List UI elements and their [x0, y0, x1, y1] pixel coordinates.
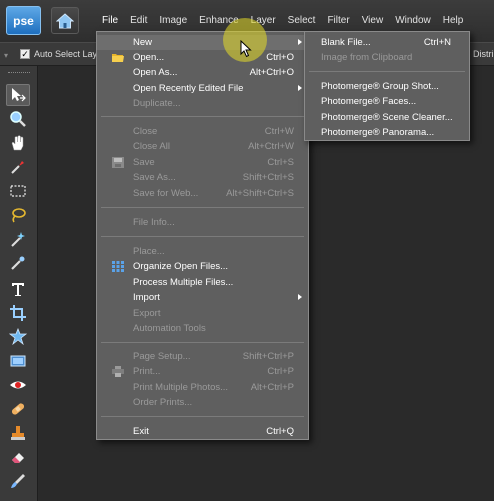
new-photomerge-faces[interactable]: Photomerge® Faces... — [305, 94, 469, 109]
move-tool-icon[interactable] — [6, 84, 30, 106]
file-menu-save-for-web[interactable]: Save for Web... Alt+Shift+Ctrl+S — [97, 186, 308, 201]
eyedropper-tool-icon[interactable] — [6, 156, 30, 178]
red-eye-tool-icon[interactable] — [6, 374, 30, 396]
file-menu-print-multiple-photos[interactable]: Print Multiple Photos... Alt+Ctrl+P — [97, 380, 308, 395]
new-blank-file[interactable]: Blank File... Ctrl+N — [305, 35, 469, 50]
file-menu-place[interactable]: Place... — [97, 244, 308, 259]
file-menu-save[interactable]: Save Ctrl+S — [97, 155, 308, 170]
file-menu-order-prints[interactable]: Order Prints... — [97, 395, 308, 410]
file-menu-dropdown: New Open... Ctrl+O Open As... Alt+Ctrl+O… — [96, 31, 309, 440]
new-photomerge-panorama[interactable]: Photomerge® Panorama... — [305, 125, 469, 140]
file-menu-new[interactable]: New — [97, 35, 308, 50]
marquee-tool-icon[interactable] — [6, 180, 30, 202]
crop-tool-icon[interactable] — [6, 302, 30, 324]
new-photomerge-scene-cleaner[interactable]: Photomerge® Scene Cleaner... — [305, 110, 469, 125]
app-logo: pse — [6, 6, 41, 35]
file-menu-open-as[interactable]: Open As... Alt+Ctrl+O — [97, 65, 308, 80]
menu-separator — [101, 207, 304, 208]
file-menu-file-info[interactable]: File Info... — [97, 215, 308, 230]
file-menu-print[interactable]: Print... Ctrl+P — [97, 364, 308, 379]
new-submenu-dropdown: Blank File... Ctrl+N Image from Clipboar… — [304, 31, 470, 141]
file-menu-page-setup[interactable]: Page Setup... Shift+Ctrl+P — [97, 349, 308, 364]
auto-select-checkbox[interactable]: ✓ — [20, 49, 30, 59]
menu-filter[interactable]: Filter — [321, 15, 355, 27]
type-tool-icon[interactable] — [6, 278, 30, 300]
menu-separator — [101, 342, 304, 343]
file-menu-import[interactable]: Import — [97, 290, 308, 305]
file-menu-organize-open-files[interactable]: Organize Open Files... — [97, 259, 308, 274]
menu-image[interactable]: Image — [153, 15, 193, 27]
clone-stamp-tool-icon[interactable] — [6, 422, 30, 444]
file-menu-close[interactable]: Close Ctrl+W — [97, 124, 308, 139]
grid-icon — [112, 261, 124, 272]
quick-selection-tool-icon[interactable] — [6, 252, 30, 274]
menu-separator — [101, 116, 304, 117]
file-menu-close-all[interactable]: Close All Alt+Ctrl+W — [97, 139, 308, 154]
folder-icon — [112, 54, 124, 62]
menu-separator — [309, 71, 465, 72]
main-menu: File Edit Image Enhance Layer Select Fil… — [96, 15, 469, 27]
file-menu-export[interactable]: Export — [97, 306, 308, 321]
file-menu-exit[interactable]: Exit Ctrl+Q — [97, 424, 308, 439]
submenu-arrow-icon — [298, 294, 302, 300]
file-menu-process-multiple-files[interactable]: Process Multiple Files... — [97, 275, 308, 290]
options-grip-icon[interactable]: ▾ — [4, 51, 8, 60]
menu-view[interactable]: View — [356, 15, 390, 27]
menu-help[interactable]: Help — [437, 15, 470, 27]
cookie-cutter-tool-icon[interactable] — [6, 326, 30, 348]
save-icon — [112, 157, 124, 168]
straighten-tool-icon[interactable] — [6, 350, 30, 372]
toolbox-grip[interactable] — [8, 72, 30, 75]
magic-wand-tool-icon[interactable] — [6, 228, 30, 250]
new-image-from-clipboard[interactable]: Image from Clipboard — [305, 50, 469, 65]
brush-tool-icon[interactable] — [6, 470, 30, 492]
home-button[interactable] — [51, 7, 79, 34]
menu-separator — [101, 236, 304, 237]
menu-file[interactable]: File — [96, 15, 124, 27]
toolbox — [0, 66, 38, 501]
new-photomerge-group-shot[interactable]: Photomerge® Group Shot... — [305, 79, 469, 94]
mouse-pointer-icon — [240, 40, 252, 58]
hand-tool-icon[interactable] — [6, 132, 30, 154]
lasso-tool-icon[interactable] — [6, 204, 30, 226]
file-menu-save-as[interactable]: Save As... Shift+Ctrl+S — [97, 170, 308, 185]
auto-select-label: Auto Select Layer — [34, 49, 106, 59]
file-menu-duplicate[interactable]: Duplicate... — [97, 96, 308, 111]
eraser-tool-icon[interactable] — [6, 446, 30, 468]
submenu-arrow-icon — [298, 85, 302, 91]
printer-icon — [112, 366, 124, 377]
healing-brush-tool-icon[interactable] — [6, 398, 30, 420]
menu-select[interactable]: Select — [282, 15, 322, 27]
menu-edit[interactable]: Edit — [124, 15, 153, 27]
submenu-arrow-icon — [298, 39, 302, 45]
file-menu-open-recent[interactable]: Open Recently Edited File — [97, 81, 308, 96]
menu-window[interactable]: Window — [389, 15, 437, 27]
distribute-label: Distrib — [473, 49, 494, 59]
home-icon — [56, 12, 74, 28]
menu-separator — [101, 416, 304, 417]
zoom-tool-icon[interactable] — [6, 108, 30, 130]
file-menu-open[interactable]: Open... Ctrl+O — [97, 50, 308, 65]
file-menu-automation-tools[interactable]: Automation Tools — [97, 321, 308, 336]
